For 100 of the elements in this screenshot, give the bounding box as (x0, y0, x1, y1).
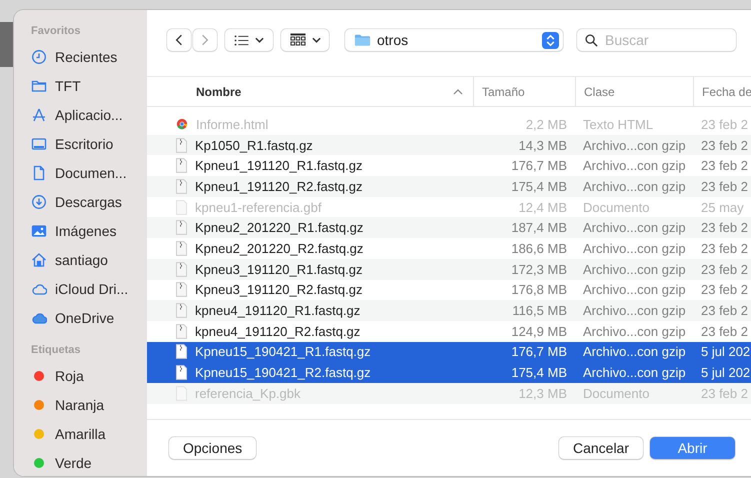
file-kind: Archivo...con gzip (583, 262, 686, 277)
file-size: 14,3 MB (518, 138, 567, 153)
list-view-button[interactable] (225, 29, 273, 51)
sidebar-item[interactable]: santiago (31, 245, 147, 274)
sidebar-item[interactable]: Naranja (31, 390, 147, 419)
chevron-down-icon (312, 37, 320, 43)
stepper-icon (542, 32, 559, 48)
sidebar-section-title: Favoritos (31, 25, 82, 39)
zip-file-icon (176, 324, 187, 339)
file-kind: Archivo...con gzip (583, 178, 686, 194)
file-date: 23 feb 2 (701, 220, 748, 236)
file-size: 176,7 MB (511, 158, 567, 174)
sidebar-item[interactable]: Imágenes (31, 216, 147, 245)
home-icon (31, 252, 47, 268)
file-size: 172,3 MB (511, 262, 567, 277)
column-header[interactable]: Nombre (147, 77, 473, 106)
zip-file-icon (176, 178, 187, 194)
file-name: Kpneu15_190421_R2.fastq.gz (195, 365, 371, 380)
file-date: 23 feb 2 (701, 138, 748, 153)
sort-ascending-icon (453, 88, 463, 94)
sidebar-item[interactable]: Roja (31, 361, 147, 390)
zip-file-icon (176, 282, 187, 298)
file-date: 23 feb 2 (701, 116, 748, 132)
file-name: Kpneu3_191120_R1.fastq.gz (195, 262, 362, 277)
file-row[interactable]: Kp1050_R1.fastq.gz 14,3 MB Archivo...con gzip 23 feb 2 (147, 134, 751, 156)
file-kind: Documento (583, 200, 650, 215)
file-date: 23 feb 2 (701, 158, 748, 174)
background-window (0, 22, 14, 67)
file-name: kpneu1-referencia.gbf (195, 200, 322, 215)
sidebar-item[interactable]: Escritorio (31, 129, 147, 158)
sidebar-item[interactable]: iCloud Dri... (31, 274, 147, 303)
open-button[interactable]: Abrir (650, 437, 735, 459)
file-kind: Archivo...con gzip (583, 324, 686, 339)
document-icon (31, 164, 47, 180)
zip-file-icon (176, 344, 187, 360)
zip-file-icon (176, 220, 187, 236)
file-kind: Archivo...con gzip (583, 158, 686, 174)
file-row[interactable]: Kpneu1_191120_R2.fastq.gz 175,4 MB Archivo...con gzip 23 feb 2 (147, 176, 751, 197)
file-row[interactable]: Kpneu2_201220_R1.fastq.gz 187,4 MB Archivo...con gzip 23 feb 2 (147, 217, 751, 238)
grid-icon (290, 33, 306, 47)
column-header[interactable]: Clase (575, 77, 693, 106)
browser-icon (176, 118, 188, 130)
file-date: 23 feb 2 (701, 303, 748, 318)
file-row[interactable]: Kpneu15_190421_R2.fastq.gz 175,4 MB Archivo...con gzip 5 jul 202 (147, 362, 751, 383)
sidebar-item[interactable]: Recientes (31, 42, 147, 71)
list-icon (234, 34, 249, 46)
file-name: Kpneu1_191120_R1.fastq.gz (195, 158, 362, 174)
sidebar-item[interactable]: Amarilla (31, 419, 147, 448)
sidebar-item[interactable]: Aplicacio... (31, 100, 147, 129)
file-date: 23 feb 2 (701, 178, 748, 194)
file-size: 2,2 MB (526, 116, 567, 132)
file-size: 187,4 MB (511, 220, 567, 236)
sidebar-item[interactable]: Descargas (31, 187, 147, 216)
file-name: Kpneu3_191120_R2.fastq.gz (195, 282, 362, 298)
image-icon (31, 222, 47, 238)
sidebar-item[interactable]: Documen... (31, 158, 147, 187)
file-size: 176,8 MB (511, 282, 567, 298)
file-row[interactable]: Kpneu2_201220_R2.fastq.gz 186,6 MB Archivo...con gzip 23 feb 2 (147, 238, 751, 259)
file-row[interactable]: Kpneu3_191120_R1.fastq.gz 172,3 MB Archivo...con gzip 23 feb 2 (147, 258, 751, 280)
file-row[interactable]: Kpneu15_190421_R1.fastq.gz 176,7 MB Archivo...con gzip 5 jul 202 (147, 342, 751, 362)
file-row[interactable]: Kpneu1_191120_R1.fastq.gz 176,7 MB Archivo...con gzip 23 feb 2 (147, 155, 751, 176)
document-icon (176, 200, 187, 215)
sidebar-item[interactable]: OneDrive (31, 303, 147, 332)
file-kind: Documento (583, 386, 650, 401)
file-name: Kpneu2_201220_R1.fastq.gz (195, 220, 364, 236)
dialog-button[interactable]: Cancelar (558, 437, 643, 459)
dialog-button[interactable]: Opciones (169, 437, 256, 459)
file-size: 12,3 MB (518, 386, 567, 401)
file-date: 23 feb 2 (701, 240, 748, 256)
file-name: Kpneu15_190421_R1.fastq.gz (195, 344, 371, 360)
file-name: kpneu4_191120_R1.fastq.gz (195, 303, 360, 318)
file-date: 23 feb 2 (701, 262, 748, 277)
chevron-down-icon (255, 37, 264, 43)
file-name: Informe.html (196, 116, 268, 132)
download-icon (31, 194, 47, 210)
app-store-icon (31, 106, 47, 122)
file-date: 25 may (701, 200, 744, 215)
search-field[interactable]: Buscar (577, 29, 736, 51)
zip-file-icon (176, 365, 187, 380)
zip-file-icon (176, 138, 187, 153)
file-row[interactable]: kpneu4_191120_R1.fastq.gz 116,5 MB Archivo...con gzip 23 feb 2 (147, 300, 751, 321)
back-button[interactable] (167, 29, 191, 51)
file-date: 23 feb 2 (701, 282, 748, 298)
file-name: Kpneu1_191120_R2.fastq.gz (195, 178, 362, 194)
file-row[interactable]: Kpneu3_191120_R2.fastq.gz 176,8 MB Archivo...con gzip 23 feb 2 (147, 280, 751, 300)
file-size: 175,4 MB (511, 178, 567, 194)
file-date: 23 feb 2 (701, 386, 748, 401)
sidebar-item[interactable]: TFT (31, 71, 147, 100)
group-view-button[interactable] (281, 29, 329, 51)
file-kind: Archivo...con gzip (583, 365, 686, 380)
sidebar-item[interactable]: Verde (31, 448, 147, 476)
file-size: 175,4 MB (511, 365, 567, 380)
file-date: 5 jul 202 (701, 344, 750, 360)
file-row[interactable]: kpneu4_191120_R2.fastq.gz 124,9 MB Archivo...con gzip 23 feb 2 (147, 320, 751, 342)
file-name: kpneu4_191120_R2.fastq.gz (195, 324, 360, 339)
zip-file-icon (176, 158, 187, 174)
column-header[interactable]: Tamaño (473, 77, 575, 106)
file-date: 5 jul 202 (701, 365, 750, 380)
location-popup[interactable]: otros (345, 29, 563, 51)
file-kind: Archivo...con gzip (583, 282, 686, 298)
